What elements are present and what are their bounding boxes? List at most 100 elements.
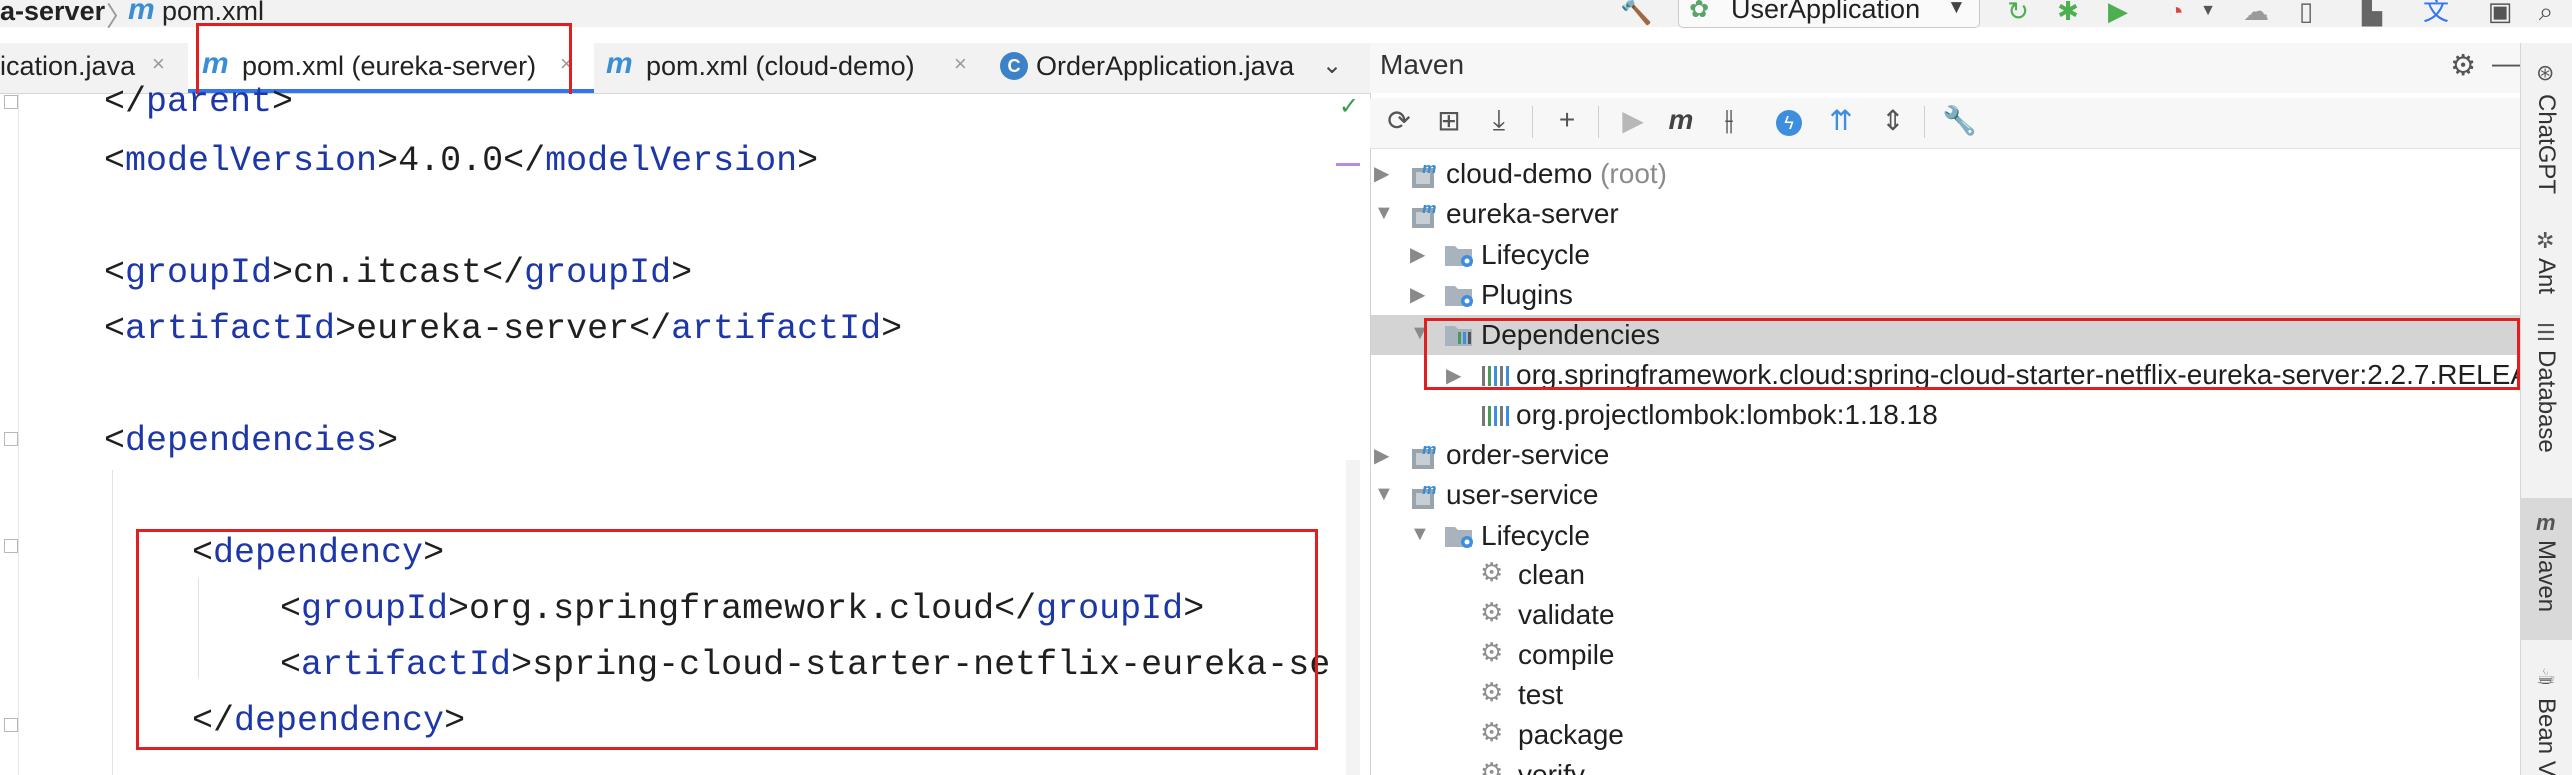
toolbar-separator [1532, 106, 1533, 138]
tree-label[interactable]: package [1518, 719, 1624, 751]
gear-icon[interactable]: ⚙ [2450, 48, 2476, 83]
project-structure-icon[interactable]: ▙ [2356, 0, 2388, 26]
scrollbar-marker [1336, 163, 1360, 166]
tree-label[interactable]: Plugins [1481, 279, 1573, 311]
skip-tests-icon[interactable]: ϟ [1772, 104, 1806, 136]
tree-label[interactable]: test [1518, 679, 1563, 711]
tree-row-clip: ⚙ verify [1470, 754, 1670, 775]
maven-module-icon: m [1410, 481, 1440, 516]
maven-file-icon: m [606, 47, 633, 80]
download-icon[interactable]: ⤓ [1482, 104, 1516, 137]
database-icon: ☰ [2536, 320, 2556, 345]
stripe-label: Database [2533, 350, 2560, 453]
maven-module-icon: m [1410, 441, 1440, 476]
expand-arrow-icon[interactable]: ▶ [1410, 242, 1425, 267]
code-line: </parent> [104, 82, 294, 122]
add-folder-icon[interactable]: ⊞ [1432, 104, 1466, 137]
svg-text:m: m [1422, 442, 1437, 458]
spring-app-icon: ✿ [1689, 0, 1710, 23]
fold-marker[interactable] [4, 95, 18, 109]
run-configuration-label: UserApplication [1731, 0, 1921, 24]
library-icon [1480, 402, 1510, 433]
maven-module-icon: m [1410, 200, 1440, 235]
expand-arrow-icon[interactable]: ▶ [1374, 443, 1389, 468]
stripe-label: Maven [2533, 540, 2560, 613]
run-configuration-selector[interactable]: ✿ UserApplication ▼ [1678, 0, 1980, 28]
maven-header [1370, 43, 2520, 93]
gear-icon: ⚙ [1480, 597, 1504, 627]
lifecycle-folder-icon [1444, 523, 1476, 554]
fold-marker[interactable] [4, 432, 18, 446]
reload-icon[interactable]: ⟳ [1382, 104, 1416, 137]
collapse-arrow-icon[interactable]: ▼ [1410, 523, 1430, 546]
collapse-arrow-icon[interactable]: ▼ [1374, 202, 1394, 225]
tab-order-application-java[interactable]: C OrderApplication.java [996, 43, 1316, 93]
editor-scrollbar[interactable] [1346, 460, 1360, 775]
wrench-icon[interactable]: 🔧 [1942, 104, 1977, 137]
code-line: <modelVersion>4.0.0</modelVersion> [104, 141, 819, 181]
tree-label[interactable]: verify [1518, 759, 1585, 775]
java-class-icon: C [1000, 52, 1028, 80]
tree-label[interactable]: cloud-demo (root) [1446, 158, 1667, 190]
tree-label[interactable]: Lifecycle [1481, 520, 1590, 552]
rerun-icon[interactable]: ↻ [2002, 0, 2034, 26]
profiler-dropdown-icon[interactable]: ▼ [2192, 0, 2224, 26]
breadcrumb-project[interactable]: a-server [0, 0, 105, 27]
tab-label: OrderApplication.java [1036, 51, 1295, 81]
maven-file-icon: m [128, 0, 155, 26]
collapse-all-icon[interactable]: ⇕ [1876, 104, 1910, 137]
maven-icon: m [2536, 510, 2556, 535]
toolbar-separator [1924, 106, 1925, 138]
close-icon[interactable]: × [954, 51, 967, 77]
tree-label[interactable]: org.projectlombok:lombok:1.18.18 [1516, 399, 1938, 431]
tree-label[interactable]: Lifecycle [1481, 239, 1590, 271]
highlight-box-dependency [136, 529, 1318, 750]
tree-label[interactable]: user-service [1446, 479, 1598, 511]
chevron-down-icon[interactable]: ⌄ [1322, 51, 1342, 80]
code-line: <groupId>cn.itcast</groupId> [104, 253, 693, 293]
run-icon[interactable]: ▶ [1616, 104, 1650, 137]
tree-label[interactable]: eureka-server [1446, 198, 1619, 230]
collapse-arrow-icon[interactable]: ▼ [1374, 483, 1394, 506]
translate-icon[interactable]: 文 [2420, 0, 2452, 26]
expand-arrow-icon[interactable]: ▶ [1410, 282, 1425, 307]
gear-icon: ⚙ [1480, 717, 1504, 747]
search-everywhere-icon[interactable]: ⌕ [2530, 0, 2562, 26]
window-layout-icon[interactable]: ▣ [2484, 0, 2516, 26]
gear-icon: ⚙ [1480, 757, 1504, 775]
gear-icon: ⚙ [1480, 557, 1504, 587]
stop-icon[interactable]: ☁ [2240, 0, 2272, 26]
inspection-ok-icon[interactable]: ✓ [1339, 92, 1359, 121]
indent-guide [112, 470, 113, 775]
build-hammer-icon[interactable]: 🔨 [1620, 0, 1652, 26]
show-dependencies-icon[interactable]: ⇈ [1824, 104, 1858, 137]
profiler-icon[interactable]: ◔ [2160, 0, 2192, 26]
tree-label[interactable]: clean [1518, 559, 1585, 591]
stripe-label: Bean V [2533, 698, 2560, 775]
chevron-down-icon: ▼ [1947, 0, 1966, 18]
toggle-offline-icon[interactable]: ⫲ [1712, 104, 1746, 137]
tree-label[interactable]: validate [1518, 599, 1615, 631]
tree-label[interactable]: compile [1518, 639, 1614, 671]
tab-label: pom.xml (cloud-demo) [646, 51, 915, 81]
bean-icon: ☕ [2536, 664, 2556, 689]
minimize-icon[interactable]: — [2492, 48, 2521, 81]
tab-pom-cloud-demo[interactable]: m pom.xml (cloud-demo) × [600, 43, 990, 93]
run-coverage-icon[interactable]: ▶ [2102, 0, 2134, 26]
expand-arrow-icon[interactable]: ▶ [1374, 161, 1389, 186]
lifecycle-folder-icon [1444, 242, 1476, 273]
gear-icon: ⚙ [1480, 637, 1504, 667]
debug-bug-icon[interactable]: ✱ [2052, 0, 2084, 26]
add-icon[interactable]: + [1550, 104, 1584, 136]
stripe-bean-validation[interactable]: ☕ Bean V [2520, 664, 2572, 775]
maven-title: Maven [1380, 49, 1465, 80]
gear-icon: ⚙ [1480, 677, 1504, 707]
highlight-box-maven-dependencies [1424, 318, 2520, 390]
notifications-icon[interactable]: ▯ [2290, 0, 2322, 26]
execute-goal-icon[interactable]: m [1664, 104, 1698, 136]
code-line: <dependencies> [104, 421, 399, 461]
fold-marker[interactable] [4, 539, 18, 553]
tree-label[interactable]: order-service [1446, 439, 1609, 471]
close-icon[interactable]: × [152, 51, 165, 77]
fold-marker[interactable] [4, 718, 18, 732]
